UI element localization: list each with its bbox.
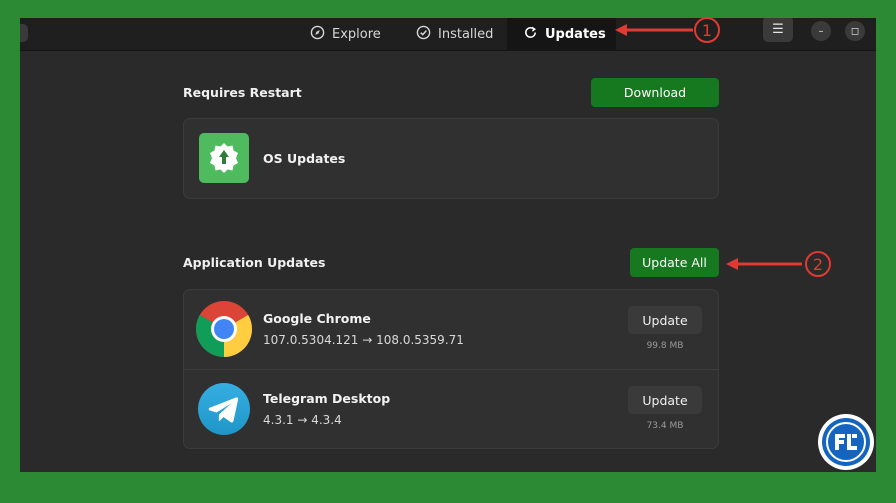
checkmark-icon (416, 25, 431, 44)
annotation-callout-2: 2 (805, 251, 831, 277)
os-update-icon (199, 133, 249, 183)
tab-installed[interactable]: Installed (400, 18, 509, 50)
os-updates-label: OS Updates (263, 151, 346, 166)
maximize-button[interactable]: ◻ (845, 21, 865, 41)
tab-explore-label: Explore (332, 26, 381, 42)
minimize-button[interactable]: – (811, 21, 831, 41)
annotation-callout-1: 1 (694, 17, 720, 43)
header-left-button[interactable] (20, 24, 28, 42)
update-button-chrome[interactable]: Update (628, 306, 702, 334)
download-button[interactable]: Download (591, 78, 719, 107)
list-item[interactable]: Google Chrome 107.0.5304.121 → 108.0.535… (184, 290, 718, 369)
app-updates-list: Google Chrome 107.0.5304.121 → 108.0.535… (183, 289, 719, 449)
tab-updates-label: Updates (545, 26, 606, 42)
chrome-icon (195, 300, 253, 362)
refresh-icon (523, 25, 538, 44)
list-item[interactable]: Telegram Desktop 4.3.1 → 4.3.4 Update 73… (184, 370, 718, 449)
menu-button[interactable]: ☰ (763, 18, 793, 42)
tab-explore[interactable]: Explore (294, 18, 397, 50)
minimize-icon: – (818, 25, 824, 37)
requires-restart-title: Requires Restart (183, 85, 302, 100)
compass-icon (310, 25, 325, 44)
maximize-icon: ◻ (850, 25, 860, 37)
app-version: 107.0.5304.121 → 108.0.5359.71 (263, 333, 464, 347)
update-button-telegram[interactable]: Update (628, 386, 702, 414)
application-updates-title: Application Updates (183, 255, 326, 270)
header-bar: Explore Installed Updates ☰ – ◻ (20, 18, 876, 51)
tab-updates[interactable]: Updates (507, 18, 616, 50)
app-name: Telegram Desktop (263, 391, 391, 406)
annotation-arrow-1 (615, 24, 693, 36)
hamburger-menu-icon: ☰ (772, 21, 784, 37)
telegram-icon (198, 383, 250, 439)
app-window: Explore Installed Updates ☰ – ◻ Requires… (20, 18, 876, 472)
tab-installed-label: Installed (438, 26, 494, 42)
update-all-button[interactable]: Update All (630, 248, 719, 277)
download-size: 73.4 MB (646, 421, 684, 431)
app-name: Google Chrome (263, 311, 371, 326)
watermark-logo (818, 414, 874, 470)
download-size: 99.8 MB (646, 341, 684, 351)
annotation-arrow-2 (726, 258, 802, 270)
os-updates-card[interactable]: OS Updates (183, 118, 719, 199)
app-version: 4.3.1 → 4.3.4 (263, 413, 342, 427)
